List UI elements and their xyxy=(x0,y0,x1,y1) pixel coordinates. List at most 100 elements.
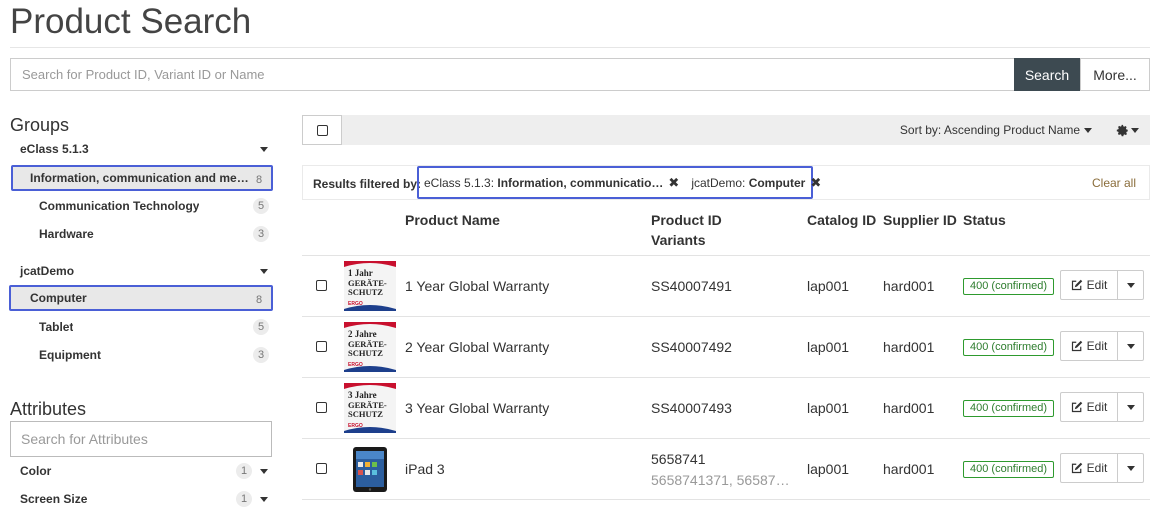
product-name[interactable]: 2 Year Global Warranty xyxy=(405,339,549,355)
caret-down-icon xyxy=(260,469,268,474)
column-header-supplier-id[interactable]: Supplier ID xyxy=(883,210,957,230)
status-badge: 400 (confirmed) xyxy=(963,400,1055,417)
facet-label: Equipment xyxy=(39,348,101,362)
search-button[interactable]: Search xyxy=(1014,58,1080,91)
caret-down-icon xyxy=(260,497,268,502)
product-name[interactable]: 3 Year Global Warranty xyxy=(405,400,549,416)
edit-button[interactable]: Edit xyxy=(1060,453,1118,483)
attribute-search-input[interactable] xyxy=(10,421,272,457)
edit-button-group: Edit xyxy=(1060,453,1144,483)
product-variants: 5658741371, 56587… xyxy=(651,472,790,488)
chevron-down-icon xyxy=(1126,465,1135,471)
row-checkbox[interactable] xyxy=(316,402,327,413)
facet-item-hardware[interactable]: Hardware 3 xyxy=(11,221,273,247)
facet-item-tablet[interactable]: Tablet 5 xyxy=(11,314,273,340)
edit-dropdown-toggle[interactable] xyxy=(1118,392,1144,422)
gear-icon xyxy=(1116,124,1128,136)
table-row: 3 Jahre GERÄTE- SCHUTZ ERGO 3 Year Globa… xyxy=(302,377,1150,438)
product-name[interactable]: iPad 3 xyxy=(405,461,445,477)
edit-label: Edit xyxy=(1086,278,1108,292)
filter-chip-key: jcatDemo: xyxy=(691,175,746,190)
clear-all-link[interactable]: Clear all xyxy=(1092,176,1136,190)
facet-item-information-communication[interactable]: Information, communication and media ...… xyxy=(11,165,273,191)
row-checkbox[interactable] xyxy=(316,463,327,474)
facet-count: 8 xyxy=(255,294,263,306)
catalog-id: lap001 xyxy=(807,461,850,477)
select-all-checkbox[interactable] xyxy=(316,124,328,136)
more-button[interactable]: More... xyxy=(1080,58,1150,91)
facet-item-communication-technology[interactable]: Communication Technology 5 xyxy=(11,193,273,219)
filter-chip-value: Information, communicatio… xyxy=(497,175,664,190)
sort-caret-icon xyxy=(1084,128,1092,133)
row-checkbox[interactable] xyxy=(316,341,327,352)
edit-button[interactable]: Edit xyxy=(1060,270,1118,300)
select-all-button[interactable] xyxy=(302,115,342,145)
product-thumbnail: 2 Jahre GERÄTE- SCHUTZ ERGO xyxy=(344,322,396,372)
groups-title: Groups xyxy=(10,115,70,135)
group-header-eclass[interactable]: eClass 5.1.3 xyxy=(10,137,274,161)
table-row: iPad 3 5658741 5658741371, 56587… lap001… xyxy=(302,438,1150,499)
svg-text:1 Jahr: 1 Jahr xyxy=(348,268,373,278)
active-filters: eClass 5.1.3: Information, communicatio…… xyxy=(417,166,821,199)
edit-icon xyxy=(1071,279,1082,291)
remove-filter-icon[interactable]: ✖ xyxy=(810,175,821,191)
table-row: 2 Jahre GERÄTE- SCHUTZ ERGO 2 Year Globa… xyxy=(302,316,1150,377)
facet-count: 5 xyxy=(253,319,269,335)
filter-chip-eclass[interactable]: eClass 5.1.3: Information, communicatio…… xyxy=(424,175,679,191)
gear-caret-icon xyxy=(1131,127,1139,133)
attribute-screen-size[interactable]: Screen Size 1 xyxy=(10,487,274,509)
chevron-down-icon xyxy=(1126,282,1135,288)
group-name: eClass 5.1.3 xyxy=(20,142,89,156)
product-thumbnail: 3 Jahre GERÄTE- SCHUTZ ERGO xyxy=(344,383,396,433)
product-id: SS40007492 xyxy=(651,339,732,355)
column-header-status[interactable]: Status xyxy=(963,210,1006,230)
attributes-title: Attributes xyxy=(10,399,87,419)
row-checkbox[interactable] xyxy=(316,280,327,291)
edit-icon xyxy=(1071,340,1082,352)
filter-label: Results filtered by: xyxy=(313,177,422,191)
supplier-id: hard001 xyxy=(883,400,935,416)
column-header-variants: Variants xyxy=(651,232,706,248)
attribute-label: Screen Size xyxy=(20,492,88,506)
product-id: 5658741 xyxy=(651,451,706,467)
settings-menu[interactable] xyxy=(1116,122,1140,138)
facet-count: 5 xyxy=(253,198,269,214)
edit-icon xyxy=(1071,401,1082,413)
facet-label: Information, communication and media ... xyxy=(30,171,252,185)
edit-button-group: Edit xyxy=(1060,331,1144,361)
caret-down-icon xyxy=(260,269,268,274)
product-id: SS40007491 xyxy=(651,278,732,294)
group-header-jcatdemo[interactable]: jcatDemo xyxy=(10,259,274,283)
column-header-product-id[interactable]: Product ID xyxy=(651,210,722,230)
edit-dropdown-toggle[interactable] xyxy=(1118,453,1144,483)
edit-dropdown-toggle[interactable] xyxy=(1118,331,1144,361)
facet-count: 3 xyxy=(253,226,269,242)
table-row: 1 Jahr GERÄTE- SCHUTZ ERGO 1 Year Global… xyxy=(302,255,1150,316)
edit-dropdown-toggle[interactable] xyxy=(1118,270,1144,300)
column-header-catalog-id[interactable]: Catalog ID xyxy=(807,210,876,230)
facet-label: Hardware xyxy=(39,227,94,241)
attribute-count: 1 xyxy=(236,463,252,479)
facet-count: 3 xyxy=(253,347,269,363)
results-toolbar: Sort by: Ascending Product Name xyxy=(302,115,1150,145)
status-badge: 400 (confirmed) xyxy=(963,339,1055,356)
filter-bar: Results filtered by: eClass 5.1.3: Infor… xyxy=(302,165,1150,200)
status-badge: 400 (confirmed) xyxy=(963,278,1055,295)
chevron-down-icon xyxy=(1126,343,1135,349)
facet-item-equipment[interactable]: Equipment 3 xyxy=(11,342,273,368)
product-name[interactable]: 1 Year Global Warranty xyxy=(405,278,549,294)
product-thumbnail: 1 Jahr GERÄTE- SCHUTZ ERGO xyxy=(344,261,396,311)
attribute-color[interactable]: Color 1 xyxy=(10,459,274,483)
filter-chip-jcatdemo[interactable]: jcatDemo: Computer ✖ xyxy=(691,175,821,191)
edit-button[interactable]: Edit xyxy=(1060,392,1118,422)
product-search-input[interactable] xyxy=(10,58,1014,91)
svg-text:3 Jahre: 3 Jahre xyxy=(348,390,377,400)
search-bar: Search More... xyxy=(10,58,1150,91)
sort-dropdown[interactable]: Sort by: Ascending Product Name xyxy=(900,123,1080,137)
facet-item-computer[interactable]: Computer 8 xyxy=(9,285,273,311)
remove-filter-icon[interactable]: ✖ xyxy=(668,175,679,191)
edit-button[interactable]: Edit xyxy=(1060,331,1118,361)
svg-text:2 Jahre: 2 Jahre xyxy=(348,329,377,339)
column-header-product-name[interactable]: Product Name xyxy=(405,210,500,230)
product-id: SS40007493 xyxy=(651,400,732,416)
